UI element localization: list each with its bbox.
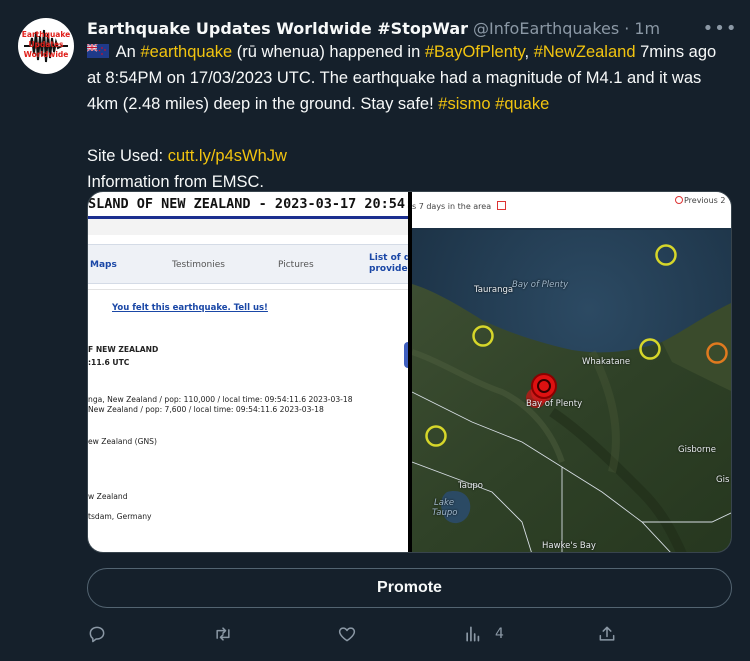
emsc-tab-maps: Maps (90, 260, 117, 270)
emsc-band (88, 219, 408, 235)
place-gisborne: Gisborne (678, 445, 716, 455)
views-button[interactable]: 4 (463, 620, 504, 648)
emsc-felt-link: You felt this earthquake. Tell us! (112, 303, 268, 313)
separator-dot: · (624, 18, 630, 38)
emsc-nearby-city-1: nga, New Zealand / pop: 110,000 / local … (88, 395, 353, 404)
emsc-source: ew Zealand (GNS) (88, 437, 157, 446)
emsc-tab-list-line2: provider (369, 264, 413, 274)
place-bay-of-plenty-sea: Bay of Plenty (512, 280, 569, 290)
hashtag-quake[interactable]: #quake (495, 95, 549, 113)
place-hawkes-bay: Hawke's Bay (542, 541, 596, 551)
emsc-title: SLAND OF NEW ZEALAND - 2023-03-17 20:54:… (88, 196, 430, 212)
earthquake-map-image[interactable]: s 7 days in the area Previous 2 Tauranga… (412, 192, 731, 552)
tweet-header: Earthquake Updates Worldwide #StopWar @I… (87, 17, 660, 39)
avatar-text: Earthquake Updates Worldwide (21, 30, 71, 59)
tweet-text: An #earthquake (rū whenua) happened in #… (87, 39, 732, 195)
retweet-icon (216, 627, 230, 641)
promote-button[interactable]: Promote (87, 568, 732, 608)
reply-icon (89, 626, 105, 643)
place-tauranga: Tauranga (474, 285, 514, 295)
place-bay-of-plenty-region: Bay of Plenty (526, 399, 583, 409)
emsc-page-image[interactable]: SLAND OF NEW ZEALAND - 2023-03-17 20:54:… (88, 192, 429, 552)
map-legend-right: Previous 2 (684, 196, 726, 205)
like-button[interactable] (337, 620, 357, 648)
legend-circle-icon (675, 196, 683, 204)
place-lake: Lake (434, 498, 455, 508)
legend-square-icon (497, 201, 506, 210)
emsc-tab-pictures: Pictures (278, 260, 314, 270)
place-whakatane: Whakatane (582, 357, 631, 367)
reply-button[interactable] (87, 620, 107, 648)
share-icon (599, 626, 615, 641)
hashtag-new-zealand[interactable]: #NewZealand (534, 43, 636, 61)
satellite-map (412, 228, 731, 552)
tweet-time[interactable]: 1m (634, 19, 660, 38)
more-options-icon[interactable]: ••• (703, 16, 737, 40)
hashtag-earthquake[interactable]: #earthquake (140, 43, 232, 61)
tweet[interactable]: Earthquake Updates Worldwide Earthquake … (0, 0, 750, 661)
author-name[interactable]: Earthquake Updates Worldwide #StopWar (87, 19, 468, 38)
hashtag-bay-of-plenty[interactable]: #BayOfPlenty (425, 43, 525, 61)
map-legend-strip: s 7 days in the area Previous 2 (412, 192, 731, 228)
share-button[interactable] (597, 620, 617, 648)
views-icon (466, 626, 480, 642)
author-handle[interactable]: @InfoEarthquakes (473, 19, 619, 38)
views-count: 4 (495, 626, 504, 642)
tweet-text-segment: , (524, 43, 534, 61)
retweet-button[interactable] (213, 620, 233, 648)
info-line: Information from EMSC. (87, 173, 264, 191)
like-icon (338, 627, 356, 642)
tweet-media[interactable]: SLAND OF NEW ZEALAND - 2023-03-17 20:54:… (87, 191, 732, 553)
site-link[interactable]: cutt.ly/p4sWhJw (168, 147, 287, 165)
emsc-time: :11.6 UTC (88, 358, 130, 367)
emsc-nearby-city-2: New Zealand / pop: 7,600 / local time: 0… (88, 405, 324, 414)
map-legend-left: s 7 days in the area (412, 202, 492, 211)
emsc-region: F NEW ZEALAND (88, 345, 159, 354)
tweet-text-segment: An (112, 43, 141, 61)
emsc-divider (88, 289, 408, 290)
site-label: Site Used: (87, 147, 168, 165)
emsc-tab-testimonies: Testimonies (172, 260, 225, 270)
action-bar: 4 (87, 620, 732, 648)
emsc-provider-1: w Zealand (88, 492, 128, 501)
new-zealand-flag-icon (87, 44, 109, 58)
emsc-provider-2: tsdam, Germany (88, 512, 152, 521)
avatar[interactable]: Earthquake Updates Worldwide (18, 18, 74, 74)
place-lake-taupo: Taupo (432, 508, 458, 518)
tweet-text-segment: (rū whenua) happened in (232, 43, 425, 61)
emsc-tabs: Maps Testimonies Pictures List of da prov… (88, 244, 416, 284)
place-taupo: Taupo (458, 481, 483, 491)
hashtag-sismo[interactable]: #sismo (438, 95, 490, 113)
place-gis: Gis (716, 475, 730, 485)
